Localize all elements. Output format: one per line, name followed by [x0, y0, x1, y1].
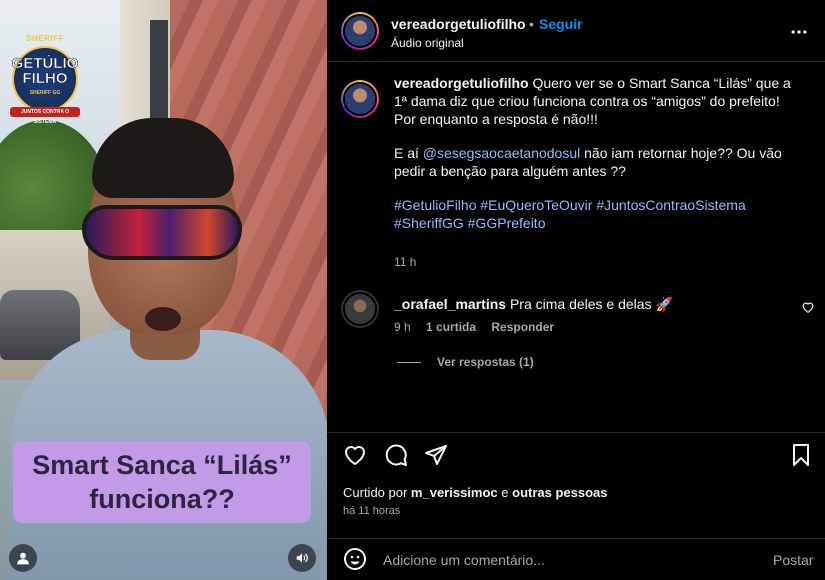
reply-button[interactable]: Responder — [491, 320, 554, 334]
author-username[interactable]: vereadorgetuliofilho — [391, 16, 526, 32]
author-avatar[interactable] — [341, 12, 379, 50]
emoji-icon[interactable] — [343, 547, 367, 571]
logo-name-line2: FILHO — [22, 70, 68, 87]
post-caption: vereadorgetuliofilho Quero ver se o Smar… — [394, 74, 804, 248]
liked-by-others[interactable]: outras pessoas — [512, 485, 607, 500]
view-replies-label: Ver respostas (1) — [437, 355, 534, 369]
comment-likes[interactable]: 1 curtida — [426, 320, 476, 334]
caption-p2-start: E aí — [394, 145, 423, 161]
comment-bar: Postar — [327, 538, 825, 580]
liked-by-user[interactable]: m_verissimoc — [411, 485, 498, 500]
post-comment-button[interactable]: Postar — [773, 552, 813, 568]
follow-button[interactable]: Seguir — [539, 16, 583, 32]
post-header: vereadorgetuliofilho • Seguir Áudio orig… — [327, 0, 825, 62]
hashtag-link[interactable]: #SheriffGG — [394, 215, 464, 231]
more-horizontal-icon — [791, 30, 807, 34]
video-caption: Smart Sanca “Lilás” funciona?? — [13, 448, 311, 516]
sheriff-logo: SHERIFF GETÚLIO FILHO SHERIFF GG JUNTOS … — [8, 34, 82, 125]
video-caption-line2: funciona?? — [89, 484, 235, 514]
user-tag-button[interactable] — [9, 544, 37, 572]
post-panel: vereadorgetuliofilho • Seguir Áudio orig… — [327, 0, 825, 580]
sound-button[interactable] — [288, 544, 316, 572]
more-options-button[interactable] — [789, 22, 809, 42]
reel-video[interactable]: SHERIFF GETÚLIO FILHO SHERIFF GG JUNTOS … — [0, 0, 327, 580]
heart-icon[interactable] — [343, 443, 367, 467]
caption-avatar[interactable] — [341, 80, 379, 118]
comment-meta: 9 h 1 curtida Responder — [394, 320, 566, 334]
logo-sub: SHERIFF GG — [29, 90, 61, 96]
send-icon[interactable] — [424, 443, 448, 467]
logo-name: GETÚLIO FILHO — [8, 55, 82, 87]
caption-timestamp: 11 h — [394, 255, 417, 269]
window — [150, 20, 168, 130]
volume-icon — [296, 553, 308, 563]
user-icon — [17, 552, 29, 565]
video-caption-line1: Smart Sanca “Lilás” — [32, 450, 292, 480]
comment: _orafael_martins Pra cima deles e delas … — [394, 295, 794, 313]
liked-by-prefix: Curtido por — [343, 485, 411, 500]
caption-username[interactable]: vereadorgetuliofilho — [394, 75, 529, 91]
bookmark-icon[interactable] — [789, 443, 813, 467]
view-replies-button[interactable]: Ver respostas (1) — [397, 355, 534, 369]
audio-label[interactable]: Áudio original — [391, 36, 464, 50]
sunglasses — [82, 205, 242, 260]
logo-tag: JUNTOS CONTRA O SISTEMA — [10, 107, 80, 125]
hashtag-link[interactable]: #JuntosContraoSistema — [596, 197, 745, 213]
comment-icon[interactable] — [384, 443, 408, 467]
liked-by-mid: e — [497, 485, 513, 500]
hashtags: #GetulioFilho #EuQueroTeOuvir #JuntosCon… — [394, 196, 804, 232]
person-mouth — [145, 307, 181, 331]
comment-like-heart-icon[interactable] — [801, 300, 815, 314]
commenter-username[interactable]: _orafael_martins — [394, 296, 506, 312]
comment-timestamp: 9 h — [394, 320, 411, 334]
logo-top-text: SHERIFF — [26, 34, 64, 43]
hashtag-link[interactable]: #GetulioFilho — [394, 197, 477, 213]
comment-text: Pra cima deles e delas 🚀 — [506, 296, 673, 312]
post-timestamp[interactable]: há 11 horas — [343, 505, 400, 517]
liked-by: Curtido por m_verissimoc e outras pessoa… — [343, 485, 608, 500]
mention-link[interactable]: @sesegsaocaetanodosul — [423, 145, 580, 161]
replies-dash — [397, 361, 421, 363]
separator-dot: • — [529, 16, 534, 32]
hashtag-link[interactable]: #GGPrefeito — [468, 215, 546, 231]
comment-input[interactable] — [383, 547, 753, 573]
hashtag-link[interactable]: #EuQueroTeOuvir — [480, 197, 592, 213]
commenter-avatar[interactable] — [341, 290, 379, 328]
logo-name-line1: GETÚLIO — [11, 55, 79, 72]
